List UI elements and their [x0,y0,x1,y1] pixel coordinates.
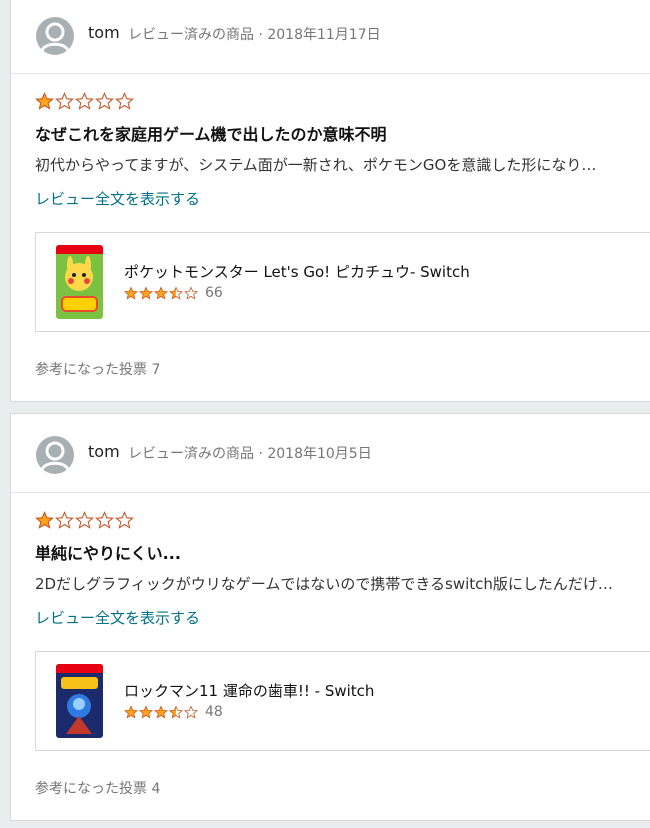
product-cover-image[interactable] [56,664,103,738]
star-filled-icon [124,705,138,719]
star-empty-icon [55,511,74,529]
star-filled-icon [139,286,153,300]
star-empty-icon [55,92,74,110]
review-snippet: 初代からやってますが、システム面が一新され、ポケモンGOを意識した形になり… [35,156,597,174]
star-filled-icon [154,286,168,300]
product-stars [124,705,199,719]
review-title: なぜこれを家庭用ゲーム機で出したのか意味不明 [35,125,387,144]
star-filled-icon [35,92,54,110]
star-empty-icon [75,92,94,110]
star-half-icon [169,286,183,300]
review-rating [35,92,135,110]
star-empty-icon [184,705,198,719]
star-empty-icon [95,511,114,529]
star-empty-icon [75,511,94,529]
star-empty-icon [115,511,134,529]
avatar-icon[interactable] [36,436,74,474]
review-feed: tom レビュー済みの商品 · 2018年11月17日 なぜこれを家庭用ゲーム機… [0,0,650,828]
reviewer-name[interactable]: tom [88,442,120,461]
product-name[interactable]: ポケットモンスター Let's Go! ピカチュウ- Switch [124,261,470,282]
review-rating [35,511,135,529]
product-card[interactable]: ポケットモンスター Let's Go! ピカチュウ- Switch 66 [35,232,650,332]
star-filled-icon [35,511,54,529]
product-rating: 66 [124,285,223,301]
review-header: tom レビュー済みの商品 · 2018年11月17日 [11,0,650,74]
product-cover-image[interactable] [56,245,103,319]
star-filled-icon [124,286,138,300]
rating-count: 48 [205,704,223,720]
review-snippet: 2Dだしグラフィックがウリなゲームではないので携帯できるswitch版にしたんだ… [35,575,613,593]
rating-count: 66 [205,285,223,301]
review-meta: レビュー済みの商品 · 2018年10月5日 [128,446,372,462]
helpful-votes: 参考になった投票 4 [35,781,161,797]
star-empty-icon [115,92,134,110]
read-full-review-link[interactable]: レビュー全文を表示する [35,188,200,209]
star-filled-icon [154,705,168,719]
star-empty-icon [184,286,198,300]
star-filled-icon [139,705,153,719]
read-full-review-link[interactable]: レビュー全文を表示する [35,607,200,628]
avatar-icon[interactable] [36,17,74,55]
review-meta: レビュー済みの商品 · 2018年11月17日 [128,27,381,43]
reviewer-name[interactable]: tom [88,23,120,42]
product-rating: 48 [124,704,223,720]
review-card: tom レビュー済みの商品 · 2018年11月17日 なぜこれを家庭用ゲーム機… [10,0,650,402]
review-header: tom レビュー済みの商品 · 2018年10月5日 [11,414,650,493]
review-title: 単純にやりにくい... [35,544,181,563]
product-stars [124,286,199,300]
product-card[interactable]: ロックマン11 運命の歯車!! - Switch 48 [35,651,650,751]
review-card: tom レビュー済みの商品 · 2018年10月5日 単純にやりにくい... 2… [10,413,650,821]
helpful-votes: 参考になった投票 7 [35,362,161,378]
product-name[interactable]: ロックマン11 運命の歯車!! - Switch [124,680,374,701]
star-half-icon [169,705,183,719]
star-empty-icon [95,92,114,110]
